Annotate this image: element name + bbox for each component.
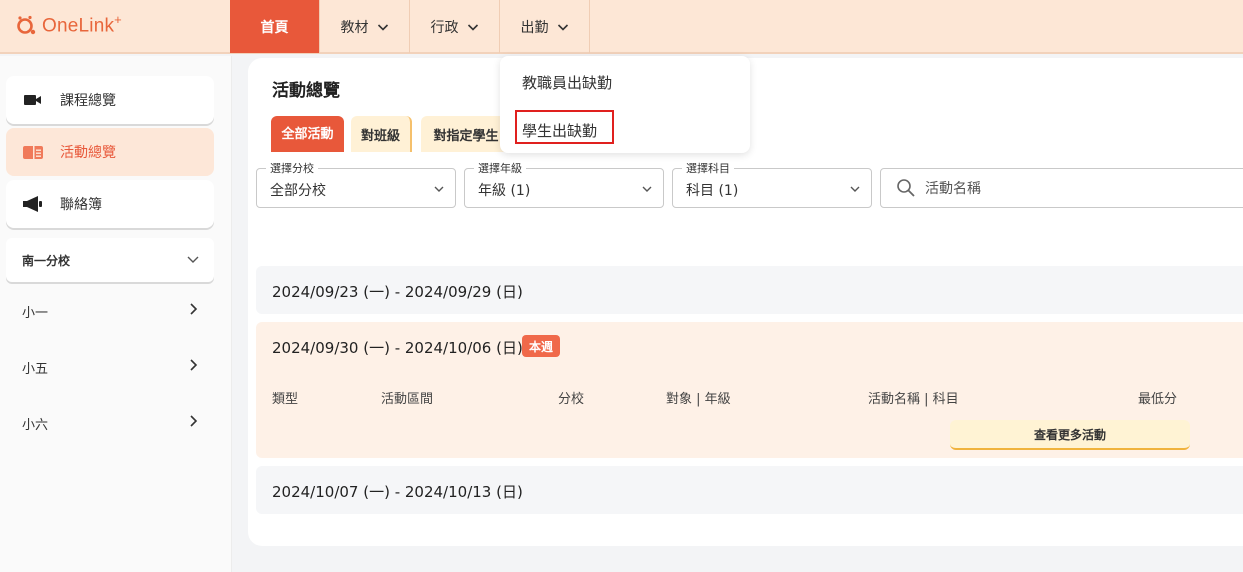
branch-select-label: 選擇分校 (266, 160, 318, 176)
nav-home[interactable]: 首頁 (230, 0, 320, 53)
video-camera-icon (24, 95, 41, 105)
sidebar-item-grade-1[interactable]: 小一 (6, 288, 214, 332)
grade-select[interactable]: 選擇年級 年級 (1) (464, 160, 664, 208)
tab-all-activities[interactable]: 全部活動 (271, 116, 344, 152)
menu-item-staff-attendance[interactable]: 教職員出缺勤 (522, 72, 612, 93)
column-header: 類型 (272, 392, 299, 407)
grade-select-value: 年級 (1) (478, 183, 531, 199)
week-row[interactable]: 2024/09/23 (一) - 2024/09/29 (日) (256, 266, 1243, 314)
chevron-right-icon (190, 303, 198, 315)
tab-by-class[interactable]: 對班級 (351, 116, 412, 152)
search-input[interactable] (925, 178, 1225, 200)
search-icon (897, 179, 915, 197)
column-header: 最低分 (1138, 392, 1178, 407)
subject-select-label: 選擇科目 (682, 160, 734, 176)
branch-label: 南一分校 (22, 254, 71, 268)
nav-materials[interactable]: 教材 (320, 0, 410, 53)
week-range: 2024/09/30 (一) - 2024/10/06 (日) (272, 339, 523, 357)
sidebar-item-courses[interactable]: 課程總覽 (6, 76, 214, 124)
book-icon (23, 146, 43, 159)
column-header: 分校 (558, 392, 585, 407)
sidebar-item-activities[interactable]: 活動總覽 (6, 128, 214, 176)
tab-by-student[interactable]: 對指定學生 (421, 116, 511, 152)
sidebar-item-label: 活動總覽 (60, 145, 116, 161)
grade-label: 小六 (22, 418, 49, 433)
nav-admin[interactable]: 行政 (410, 0, 500, 53)
chevron-down-icon (187, 256, 199, 263)
chevron-down-icon (467, 23, 478, 31)
page-title: 活動總覽 (272, 81, 340, 101)
chevron-right-icon (190, 359, 198, 371)
view-more-activities-button[interactable]: 查看更多活動 (950, 420, 1190, 450)
week-range: 2024/10/07 (一) - 2024/10/13 (日) (272, 483, 523, 501)
sidebar-item-grade-6[interactable]: 小六 (6, 400, 214, 444)
branch-selector[interactable]: 南一分校 (6, 238, 214, 282)
chevron-down-icon (557, 23, 568, 31)
main-nav: 首頁 教材 行政 出勤 (230, 0, 590, 53)
week-row[interactable]: 2024/10/07 (一) - 2024/10/13 (日) (256, 466, 1243, 514)
grade-select-label: 選擇年級 (474, 160, 526, 176)
logo-text: OneLink+ (42, 12, 122, 37)
sidebar-item-label: 聯絡簿 (60, 197, 102, 213)
branch-select[interactable]: 選擇分校 全部分校 (256, 160, 456, 208)
chevron-right-icon (190, 415, 198, 427)
branch-select-value: 全部分校 (270, 183, 326, 199)
sidebar: 課程總覽 活動總覽 聯絡簿 南一分校 小一 小五 小六 (0, 56, 232, 572)
activity-search[interactable] (880, 168, 1243, 208)
grade-label: 小一 (22, 306, 49, 321)
logo-icon (17, 15, 36, 35)
week-range: 2024/09/23 (一) - 2024/09/29 (日) (272, 283, 523, 301)
column-header: 對象 | 年級 (666, 392, 731, 407)
column-header: 活動名稱 | 科目 (868, 392, 959, 407)
sidebar-item-contact-book[interactable]: 聯絡簿 (6, 180, 214, 228)
subject-select[interactable]: 選擇科目 科目 (1) (672, 160, 872, 208)
current-week-badge: 本週 (522, 335, 561, 357)
highlight-box (515, 110, 614, 144)
column-header: 活動區間 (381, 392, 434, 407)
sidebar-item-label: 課程總覽 (60, 93, 116, 109)
chevron-down-icon (377, 23, 388, 31)
chevron-down-icon (642, 186, 652, 192)
grade-label: 小五 (22, 362, 49, 377)
week-row-current: 2024/09/30 (一) - 2024/10/06 (日) 本週 類型 活動… (256, 322, 1243, 458)
top-navbar: OneLink+ 首頁 教材 行政 出勤 (0, 0, 1243, 54)
logo[interactable]: OneLink+ (16, 12, 122, 37)
megaphone-icon (23, 196, 42, 212)
chevron-down-icon (434, 186, 444, 192)
sidebar-item-grade-5[interactable]: 小五 (6, 344, 214, 388)
chevron-down-icon (850, 186, 860, 192)
nav-attendance[interactable]: 出勤 (500, 0, 590, 53)
subject-select-value: 科目 (1) (686, 183, 739, 199)
